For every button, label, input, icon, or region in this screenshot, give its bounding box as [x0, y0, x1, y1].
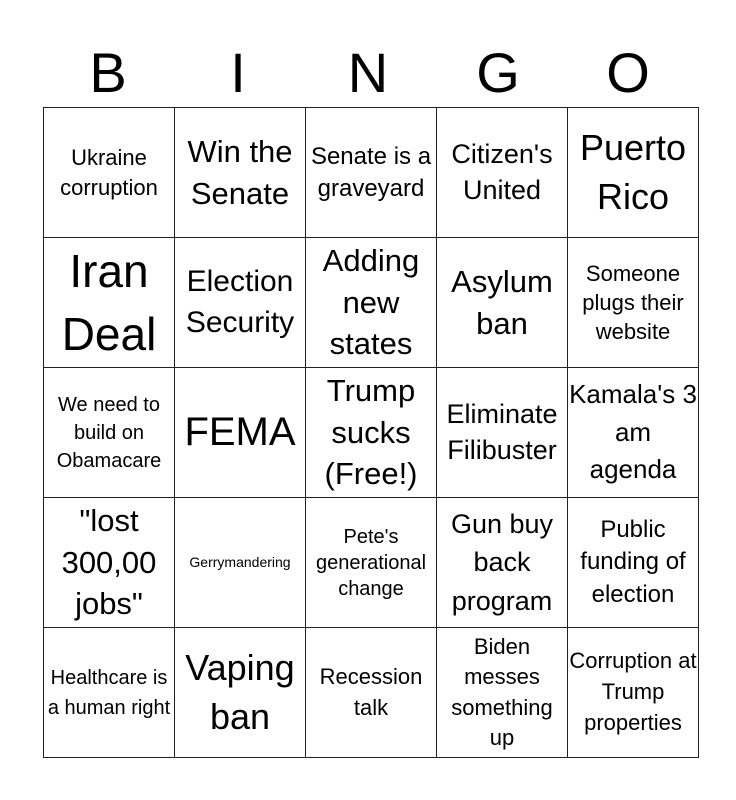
bingo-cell[interactable]: Ukraine corruption: [43, 107, 175, 238]
cell-text: Election Security: [185, 265, 295, 339]
bingo-cell[interactable]: Iran Deal: [43, 237, 175, 368]
cell-text: Puerto Rico: [579, 126, 687, 217]
cell-text: Ukraine corruption: [60, 145, 158, 200]
cell-text: Eliminate Filibuster: [446, 399, 558, 465]
bingo-cell[interactable]: We need to build on Obamacare: [43, 367, 175, 498]
bingo-cell[interactable]: Senate is a graveyard: [305, 107, 437, 238]
board-row: We need to build on Obamacare FEMA Trump…: [43, 367, 699, 498]
bingo-cell[interactable]: Asylum ban: [436, 237, 568, 368]
bingo-cell[interactable]: Biden messes something up: [436, 627, 568, 758]
bingo-cell[interactable]: Gerrymandering: [174, 497, 306, 628]
cell-text: Kamala's 3 am agenda: [569, 378, 697, 485]
bingo-cell[interactable]: FEMA: [174, 367, 306, 498]
bingo-cell[interactable]: Corruption at Trump properties: [567, 627, 699, 758]
cell-text: Citizen's United: [451, 139, 553, 205]
cell-text: Gerrymandering: [189, 553, 291, 570]
bingo-cell[interactable]: Trump sucks (Free!): [305, 367, 437, 498]
cell-text: Gun buy back program: [450, 509, 554, 616]
bingo-cell[interactable]: Puerto Rico: [567, 107, 699, 238]
board-row: Iran Deal Election Security Adding new s…: [43, 237, 699, 368]
cell-text: Public funding of election: [580, 515, 686, 608]
bingo-cell[interactable]: Adding new states: [305, 237, 437, 368]
cell-text: Win the Senate: [187, 133, 293, 211]
bingo-cell[interactable]: Recession talk: [305, 627, 437, 758]
bingo-cell[interactable]: "lost 300,00 jobs": [43, 497, 175, 628]
bingo-cell[interactable]: Citizen's United: [436, 107, 568, 238]
board-row: Healthcare is a human right Vaping ban R…: [43, 627, 699, 758]
cell-text: Recession talk: [319, 663, 423, 720]
bingo-cell[interactable]: Pete's generational change: [305, 497, 437, 628]
bingo-cell[interactable]: Election Security: [174, 237, 306, 368]
cell-text: Corruption at Trump properties: [569, 648, 697, 735]
cell-text: Vaping ban: [185, 646, 295, 737]
cell-text: FEMA: [184, 409, 296, 454]
bingo-cell[interactable]: Vaping ban: [174, 627, 306, 758]
cell-text: Adding new states: [322, 242, 420, 362]
cell-text: Healthcare is a human right: [47, 666, 171, 719]
board-row: "lost 300,00 jobs" Gerrymandering Pete's…: [43, 497, 699, 628]
bingo-board: Ukraine corruption Win the Senate Senate…: [43, 107, 699, 758]
cell-text: We need to build on Obamacare: [56, 393, 162, 472]
cell-text: Biden messes something up: [451, 633, 553, 750]
cell-text: Asylum ban: [451, 263, 553, 341]
bingo-cell[interactable]: Eliminate Filibuster: [436, 367, 568, 498]
bingo-cell[interactable]: Healthcare is a human right: [43, 627, 175, 758]
header-letter-i: I: [230, 41, 246, 104]
bingo-cell[interactable]: Kamala's 3 am agenda: [567, 367, 699, 498]
cell-text: Pete's generational change: [315, 525, 427, 600]
bingo-header: B I N G O: [43, 40, 693, 106]
header-letter-b: B: [89, 41, 127, 104]
header-letter-o: O: [606, 41, 650, 104]
header-letter-n: N: [347, 41, 389, 104]
cell-text: Someone plugs their website: [582, 260, 684, 345]
board-row: Ukraine corruption Win the Senate Senate…: [43, 107, 699, 238]
bingo-cell[interactable]: Gun buy back program: [436, 497, 568, 628]
bingo-cell[interactable]: Someone plugs their website: [567, 237, 699, 368]
header-letter-g: G: [476, 41, 520, 104]
bingo-cell[interactable]: Win the Senate: [174, 107, 306, 238]
cell-text: Trump sucks (Free!): [324, 372, 418, 492]
cell-text: Senate is a graveyard: [310, 142, 432, 202]
cell-text: Iran Deal: [61, 244, 157, 360]
cell-text: "lost 300,00 jobs": [61, 502, 157, 622]
bingo-cell[interactable]: Public funding of election: [567, 497, 699, 628]
